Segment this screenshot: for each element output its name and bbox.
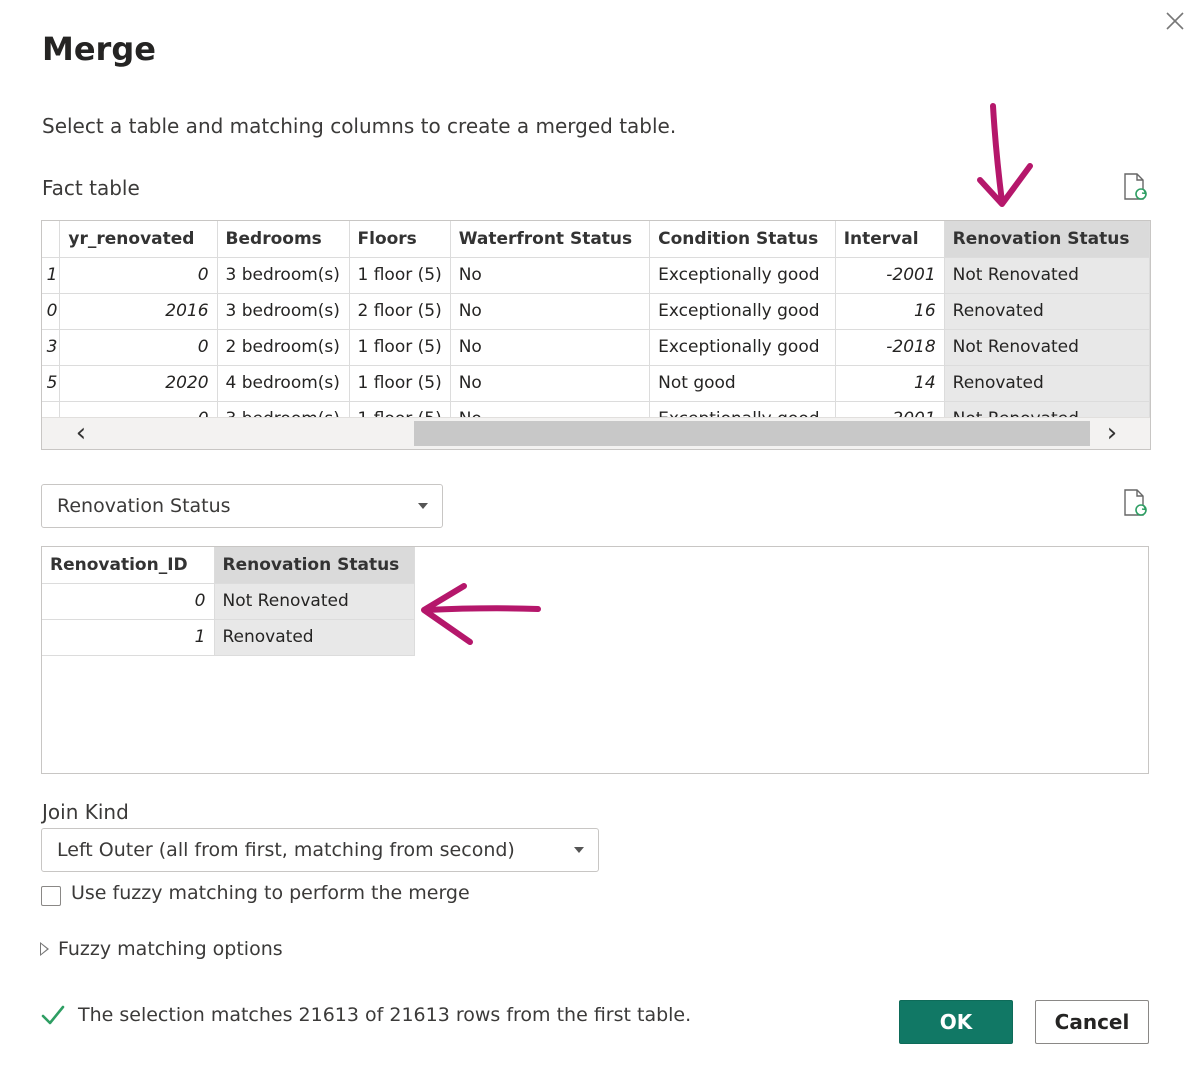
table-cell: -2018 — [835, 329, 945, 366]
document-refresh-icon[interactable] — [1121, 488, 1149, 518]
table-cell: Not Renovated — [944, 257, 1150, 294]
table-cell: Not good — [649, 365, 836, 402]
document-refresh-icon[interactable] — [1121, 172, 1149, 202]
table-cell: 1 floor (5) — [349, 365, 451, 402]
row-stub: 1 — [42, 257, 61, 294]
table-cell: 14 — [835, 365, 945, 402]
fact-table-grid: yr_renovated Bedrooms Floors Waterfront … — [41, 220, 1151, 450]
scroll-right-button[interactable]: › — [1097, 418, 1127, 449]
row-stub: 5 — [42, 365, 61, 402]
table-cell: 1 floor (5) — [349, 329, 451, 366]
scroll-left-button[interactable]: ‹ — [66, 418, 96, 449]
table-cell: 3 bedroom(s) — [217, 293, 350, 330]
close-icon[interactable] — [1160, 6, 1190, 36]
horizontal-scrollbar[interactable]: ‹ › — [42, 417, 1150, 449]
fuzzy-options-label: Fuzzy matching options — [58, 938, 283, 960]
table-cell: 4 bedroom(s) — [217, 365, 350, 402]
fact-table: yr_renovated Bedrooms Floors Waterfront … — [42, 221, 1150, 438]
table-cell: -2001 — [835, 257, 945, 294]
join-kind-selected: Left Outer (all from first, matching fro… — [57, 839, 515, 861]
annotation-arrow-down — [977, 103, 1033, 207]
fuzzy-matching-label[interactable]: Use fuzzy matching to perform the merge — [71, 882, 470, 904]
cancel-button[interactable]: Cancel — [1035, 1000, 1149, 1044]
table-row: 3 0 2 bedroom(s) 1 floor (5) No Exceptio… — [42, 329, 1150, 366]
second-table-grid: Renovation_ID Renovation Status 0 Not Re… — [41, 546, 1149, 774]
fact-table-header-row: yr_renovated Bedrooms Floors Waterfront … — [42, 221, 1150, 258]
table-cell: 0 — [59, 329, 218, 366]
column-header-waterfront-status[interactable]: Waterfront Status — [450, 221, 651, 258]
table-cell: 2020 — [59, 365, 218, 402]
table-cell: Exceptionally good — [649, 293, 836, 330]
column-header-condition-status[interactable]: Condition Status — [649, 221, 836, 258]
expand-triangle-icon — [40, 942, 49, 956]
column-header-renovation-status[interactable]: Renovation Status — [944, 221, 1150, 258]
fact-table-label: Fact table — [42, 176, 140, 200]
column-header-yr-renovated[interactable]: yr_renovated — [59, 221, 218, 258]
column-header-bedrooms[interactable]: Bedrooms — [217, 221, 350, 258]
fuzzy-matching-checkbox[interactable] — [41, 886, 61, 906]
table-cell: 1 floor (5) — [349, 257, 451, 294]
scrollbar-thumb[interactable] — [414, 421, 1090, 446]
table-cell: Renovated — [214, 619, 415, 656]
table-row: 5 2020 4 bedroom(s) 1 floor (5) No Not g… — [42, 365, 1150, 402]
table-cell: 3 bedroom(s) — [217, 257, 350, 294]
join-kind-dropdown[interactable]: Left Outer (all from first, matching fro… — [41, 828, 599, 872]
column-header-interval[interactable]: Interval — [835, 221, 945, 258]
second-table: Renovation_ID Renovation Status 0 Not Re… — [42, 547, 415, 656]
match-status: The selection matches 21613 of 21613 row… — [40, 1002, 691, 1028]
table-cell: 2016 — [59, 293, 218, 330]
table-row: 0 Not Renovated — [42, 583, 415, 620]
column-header-renovation-id[interactable]: Renovation_ID — [42, 547, 215, 584]
dialog-title: Merge — [42, 30, 156, 68]
table-cell: 0 — [59, 257, 218, 294]
table-cell: No — [450, 365, 651, 402]
table-cell: Not Renovated — [944, 329, 1150, 366]
table-cell: No — [450, 293, 651, 330]
row-stub-header — [42, 221, 61, 258]
fuzzy-options-toggle[interactable]: Fuzzy matching options — [40, 938, 283, 960]
join-kind-label: Join Kind — [42, 800, 129, 824]
match-status-text: The selection matches 21613 of 21613 row… — [78, 1004, 692, 1026]
table-row: 0 2016 3 bedroom(s) 2 floor (5) No Excep… — [42, 293, 1150, 330]
table-cell: 1 — [42, 619, 215, 656]
table-cell: Exceptionally good — [649, 329, 836, 366]
table-cell: Not Renovated — [214, 583, 415, 620]
table-cell: No — [450, 257, 651, 294]
checkmark-icon — [41, 1005, 65, 1025]
chevron-down-icon — [574, 847, 584, 853]
second-table-dropdown[interactable]: Renovation Status — [41, 484, 443, 528]
column-header-floors[interactable]: Floors — [349, 221, 451, 258]
table-cell: 2 bedroom(s) — [217, 329, 350, 366]
table-cell: 16 — [835, 293, 945, 330]
row-stub: 0 — [42, 293, 61, 330]
chevron-down-icon — [418, 503, 428, 509]
second-table-header-row: Renovation_ID Renovation Status — [42, 547, 415, 584]
table-cell: No — [450, 329, 651, 366]
second-table-selected: Renovation Status — [57, 495, 231, 517]
column-header-renovation-status[interactable]: Renovation Status — [214, 547, 415, 584]
row-stub: 3 — [42, 329, 61, 366]
ok-button[interactable]: OK — [899, 1000, 1013, 1044]
table-cell: Exceptionally good — [649, 257, 836, 294]
table-cell: 0 — [42, 583, 215, 620]
table-cell: Renovated — [944, 293, 1150, 330]
table-cell: Renovated — [944, 365, 1150, 402]
table-row: 1 Renovated — [42, 619, 415, 656]
table-cell: 2 floor (5) — [349, 293, 451, 330]
table-row: 1 0 3 bedroom(s) 1 floor (5) No Exceptio… — [42, 257, 1150, 294]
dialog-subtitle: Select a table and matching columns to c… — [42, 114, 677, 138]
